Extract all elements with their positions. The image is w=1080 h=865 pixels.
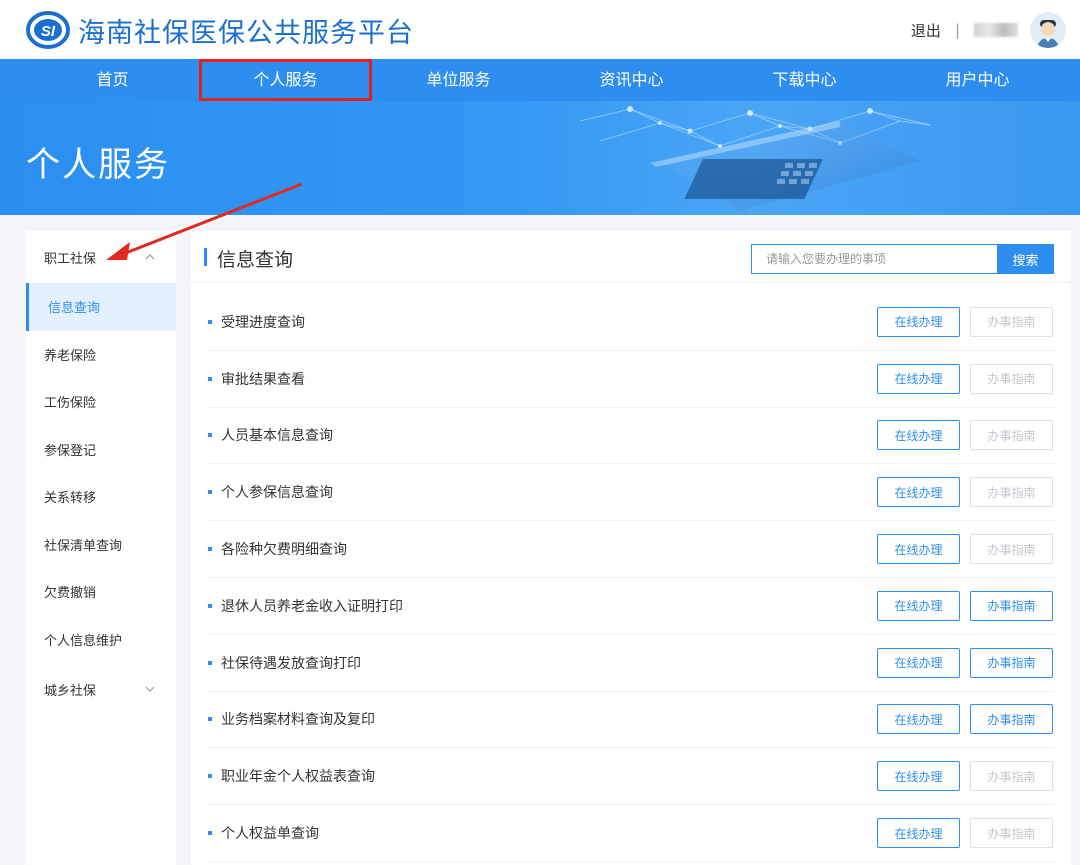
chevron-down-icon: [145, 686, 155, 692]
sidebar-group-urban-rural-social-security[interactable]: 城乡社保: [26, 663, 176, 715]
service-guide-button: 办事指南: [970, 306, 1053, 337]
sidebar-group-label: 职工社保: [44, 251, 97, 267]
sidebar-item-personal-info-maintenance[interactable]: 个人信息维护: [26, 616, 176, 664]
online-handle-button[interactable]: 在线办理: [877, 704, 960, 735]
service-row: 职业年金个人权益表查询 在线办理 办事指南: [208, 748, 1054, 806]
service-guide-button: 办事指南: [970, 363, 1053, 394]
online-handle-button[interactable]: 在线办理: [877, 420, 960, 451]
user-avatar[interactable]: [1030, 12, 1066, 48]
site-logo[interactable]: SI 海南社保医保公共服务平台: [26, 10, 414, 50]
service-guide-button: 办事指南: [970, 818, 1053, 849]
platform-title: 海南社保医保公共服务平台: [78, 17, 414, 49]
bullet-icon: [208, 774, 212, 779]
service-row: 各险种欠费明细查询 在线办理 办事指南: [208, 521, 1054, 578]
nav-item-personal-services[interactable]: 个人服务: [199, 59, 372, 101]
main-nav: 首页 个人服务 单位服务 资讯中心 下载中心 用户中心: [0, 59, 1080, 101]
sidebar-item-injury-insurance[interactable]: 工伤保险: [26, 378, 176, 426]
section-header: 信息查询 搜索: [191, 231, 1071, 283]
service-row: 社保待遇发放查询打印 在线办理 办事指南: [208, 635, 1054, 692]
section-title: 信息查询: [217, 249, 294, 271]
page-banner: 个人服务: [0, 101, 1080, 215]
nav-item-user-center[interactable]: 用户中心: [891, 59, 1064, 101]
service-guide-button[interactable]: 办事指南: [970, 590, 1053, 621]
service-list: 受理进度查询 在线办理 办事指南 审批结果查看 在线办理 办事指南 人员基本信息查询 在线办理…: [208, 294, 1054, 862]
bullet-icon: [208, 376, 212, 381]
search-button[interactable]: 搜索: [997, 244, 1054, 274]
sidebar-item-relationship-transfer[interactable]: 关系转移: [26, 473, 176, 521]
header-separator: |: [954, 21, 960, 39]
service-row: 退休人员养老金收入证明打印 在线办理 办事指南: [208, 578, 1054, 635]
online-handle-button[interactable]: 在线办理: [877, 647, 960, 678]
bullet-icon: [208, 603, 212, 608]
logout-link[interactable]: 退出: [911, 20, 941, 41]
online-handle-button[interactable]: 在线办理: [877, 534, 960, 565]
sidebar-item-pension-insurance[interactable]: 养老保险: [26, 331, 176, 379]
bullet-icon: [208, 490, 212, 495]
search-input[interactable]: [751, 244, 997, 274]
nav-item-home[interactable]: 首页: [26, 59, 199, 101]
service-guide-button[interactable]: 办事指南: [970, 704, 1053, 735]
online-handle-button[interactable]: 在线办理: [877, 306, 960, 337]
username-redacted: [974, 23, 1018, 37]
service-row: 个人参保信息查询 在线办理 办事指南: [208, 464, 1054, 522]
sidebar-group-label: 城乡社保: [44, 683, 97, 699]
sidebar-group-employee-social-security[interactable]: 职工社保: [26, 231, 176, 283]
sidebar-item-arrears-cancellation[interactable]: 欠费撤销: [26, 568, 176, 616]
online-handle-button[interactable]: 在线办理: [877, 761, 960, 792]
online-handle-button[interactable]: 在线办理: [877, 590, 960, 621]
service-row: 受理进度查询 在线办理 办事指南: [208, 294, 1054, 351]
section-accent-bar: [204, 248, 207, 266]
laptop-network-illustration: [579, 106, 931, 211]
bullet-icon: [208, 547, 212, 552]
svg-text:SI: SI: [41, 23, 56, 40]
sidebar: 职工社保 信息查询 养老保险 工伤保险 参保登记 关系转移 社保清单查询 欠费撤…: [26, 231, 176, 865]
online-handle-button[interactable]: 在线办理: [877, 818, 960, 849]
service-row: 个人权益单查询 在线办理 办事指南: [208, 805, 1054, 862]
user-area: 退出 |: [911, 10, 1066, 50]
bullet-icon: [208, 831, 212, 836]
banner-title: 个人服务: [26, 145, 170, 185]
online-handle-button[interactable]: 在线办理: [877, 363, 960, 394]
sidebar-item-info-query[interactable]: 信息查询: [26, 283, 176, 331]
bullet-icon: [208, 660, 212, 665]
si-logo-icon: SI: [26, 10, 70, 50]
bullet-icon: [208, 319, 212, 324]
online-handle-button[interactable]: 在线办理: [877, 477, 960, 508]
sidebar-item-social-security-list[interactable]: 社保清单查询: [26, 521, 176, 569]
bullet-icon: [208, 433, 212, 438]
service-guide-button[interactable]: 办事指南: [970, 647, 1053, 678]
service-guide-button: 办事指南: [970, 420, 1053, 451]
service-row: 人员基本信息查询 在线办理 办事指南: [208, 408, 1054, 465]
main-panel: 信息查询 搜索 受理进度查询在线办理办事指南审批结果查看在线办理办事指南人员基本…: [191, 231, 1071, 865]
service-guide-button: 办事指南: [970, 477, 1053, 508]
nav-item-news-center[interactable]: 资讯中心: [545, 59, 718, 101]
bullet-icon: [208, 717, 212, 722]
service-row: 审批结果查看 在线办理 办事指南: [208, 351, 1054, 408]
nav-item-download-center[interactable]: 下载中心: [718, 59, 891, 101]
chevron-up-icon: [145, 254, 155, 260]
service-guide-button: 办事指南: [970, 761, 1053, 792]
nav-item-unit-services[interactable]: 单位服务: [372, 59, 545, 101]
service-row: 业务档案材料查询及复印 在线办理 办事指南: [208, 692, 1054, 749]
service-guide-button: 办事指南: [970, 534, 1053, 565]
top-header: SI 海南社保医保公共服务平台 退出 |: [0, 0, 1080, 59]
sidebar-item-enrollment-registration[interactable]: 参保登记: [26, 426, 176, 474]
